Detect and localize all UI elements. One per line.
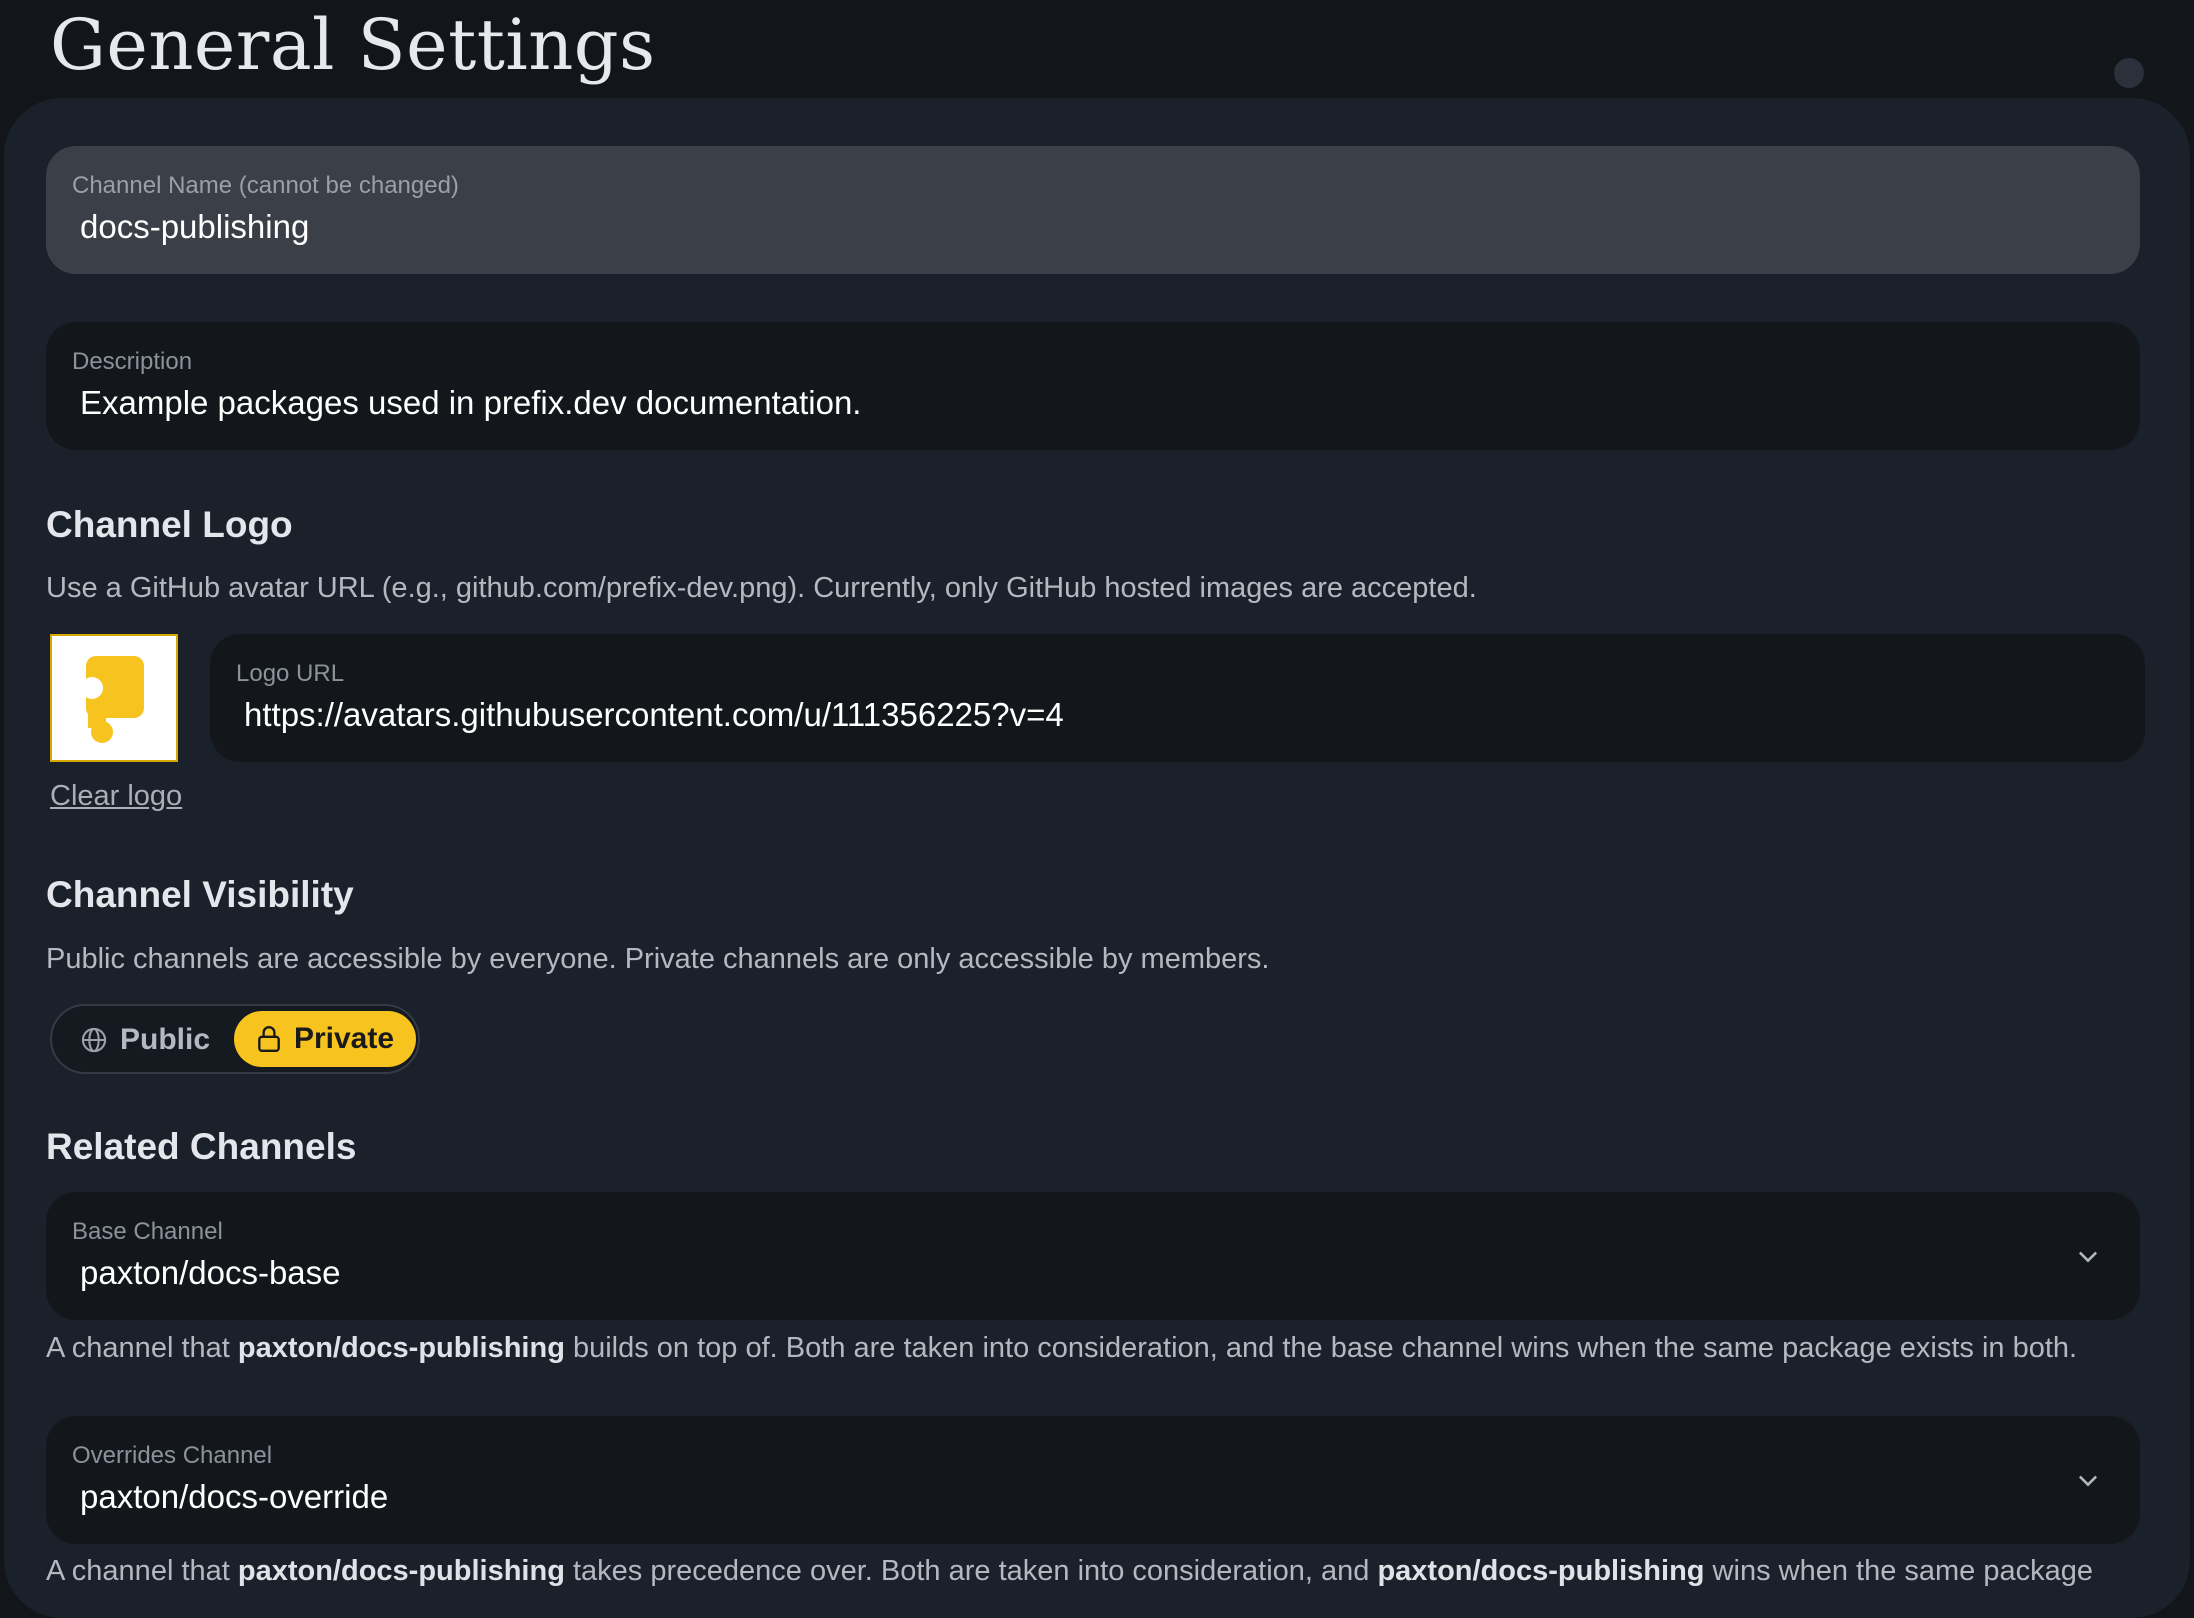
lock-icon (258, 1026, 280, 1053)
description-value[interactable]: Example packages used in prefix.dev docu… (80, 384, 861, 422)
base-channel-select[interactable]: Base Channel paxton/docs-base (46, 1192, 2140, 1320)
scrollbar-thumb[interactable] (2114, 58, 2144, 88)
logo-url-label: Logo URL (236, 660, 345, 687)
base-help-channel: paxton/docs-publishing (237, 1332, 565, 1364)
overrides-help-prefix: A channel that (46, 1555, 238, 1587)
description-field[interactable]: Description Example packages used in pre… (46, 322, 2140, 450)
overrides-channel-value: paxton/docs-override (80, 1478, 389, 1515)
channel-name-value: docs-publishing (80, 208, 310, 245)
page-title: General Settings (50, 4, 656, 86)
related-channels-heading: Related Channels (46, 1126, 357, 1167)
public-label: Public (120, 1023, 211, 1056)
private-option[interactable]: Private (234, 1011, 416, 1067)
overrides-help-channel-2: paxton/docs-publishing (1377, 1555, 1705, 1587)
base-help-suffix: builds on top of. Both are taken into co… (564, 1332, 2078, 1364)
channel-logo-preview (50, 634, 178, 762)
channel-visibility-heading: Channel Visibility (46, 874, 354, 915)
channel-logo-heading: Channel Logo (46, 504, 293, 545)
chevron-down-icon[interactable] (2074, 1466, 2102, 1494)
overrides-help-channel: paxton/docs-publishing (237, 1555, 565, 1587)
channel-name-label: Channel Name (cannot be changed) (72, 172, 459, 199)
base-help-prefix: A channel that (46, 1332, 238, 1364)
chevron-down-icon[interactable] (2074, 1242, 2102, 1270)
overrides-channel-select[interactable]: Overrides Channel paxton/docs-override (46, 1416, 2140, 1544)
base-channel-value: paxton/docs-base (80, 1254, 341, 1291)
overrides-help-suffix: wins when the same package (1704, 1555, 2093, 1587)
public-option[interactable]: Public (80, 1022, 210, 1058)
globe-icon (81, 1027, 107, 1053)
clear-logo-link[interactable]: Clear logo (50, 780, 182, 813)
channel-visibility-help: Public channels are accessible by everyo… (46, 943, 1270, 975)
channel-name-field: Channel Name (cannot be changed) docs-pu… (46, 146, 2140, 274)
base-channel-label: Base Channel (72, 1218, 223, 1245)
base-channel-help: A channel that paxton/docs-publishing bu… (46, 1332, 2077, 1365)
private-label: Private (293, 1022, 395, 1055)
overrides-channel-help: A channel that paxton/docs-publishing ta… (46, 1555, 2093, 1588)
overrides-help-middle: takes precedence over. Both are taken in… (564, 1555, 1378, 1587)
channel-logo-help: Use a GitHub avatar URL (e.g., github.co… (46, 572, 1477, 604)
overrides-channel-label: Overrides Channel (72, 1442, 273, 1469)
logo-url-value[interactable]: https://avatars.githubusercontent.com/u/… (244, 696, 1064, 734)
prefix-logo-icon (81, 656, 144, 743)
visibility-toggle: Public Private (50, 1004, 420, 1074)
logo-url-field[interactable]: Logo URL https://avatars.githubuserconte… (210, 634, 2145, 762)
description-label: Description (72, 348, 193, 375)
